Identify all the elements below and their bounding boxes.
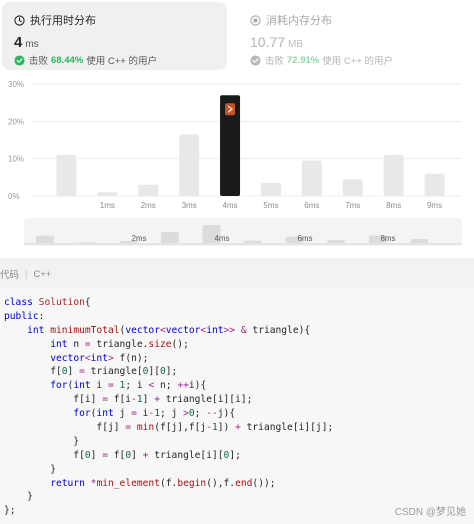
x-tick-label: 4ms — [222, 201, 237, 210]
x-tick-label: 3ms — [182, 201, 197, 210]
memory-number: 10.77 — [250, 34, 286, 50]
overview-bar — [36, 235, 54, 243]
code-line: int n = triangle.size(); — [50, 338, 189, 350]
x-tick-label: 5ms — [263, 201, 278, 210]
overview-tick-label: 8ms — [380, 234, 395, 243]
memory-beats: 击败 72.91% 使用 C++ 的用户 — [250, 53, 393, 67]
bar[interactable] — [56, 154, 77, 196]
memory-beats-percent: 72.91% — [287, 54, 320, 66]
code-line: class Solution{ — [4, 297, 91, 308]
runtime-beats-label: 击败 — [29, 56, 49, 67]
bar[interactable] — [383, 154, 404, 196]
code-language: C++ — [33, 268, 52, 280]
runtime-value: 4 ms — [14, 34, 39, 51]
memory-card[interactable]: 消耗内存分布 10.77 MB 击败 72.91% 使用 C++ 的用户 — [238, 2, 463, 70]
overview-bar — [160, 232, 179, 243]
code-language-row: 代码 | C++ — [0, 266, 51, 282]
code-line: } — [4, 491, 33, 503]
x-tick-label: 1ms — [100, 201, 115, 210]
x-tick-label: 7ms — [345, 201, 360, 210]
x-tick-label: 2ms — [141, 201, 156, 210]
code-line: return *min_element(f.begin(),f.end()); — [50, 477, 276, 489]
code-line: for(int i = 1; i < n; ++i){ — [50, 380, 207, 392]
runtime-beats: 击败 68.44% 使用 C++ 的用户 — [14, 53, 157, 67]
bar[interactable] — [342, 179, 363, 196]
memory-unit: MB — [288, 39, 304, 50]
code-line: }; — [4, 505, 16, 517]
submission-stats-panel: 执行用时分布 4 ms 击败 68.44% 使用 C++ 的用户 消耗内存分布 1… — [0, 0, 474, 258]
runtime-card-title: 执行用时分布 — [30, 15, 96, 27]
bar[interactable] — [138, 184, 159, 196]
code-line: f[j] = min(f[j],f[j-1]) + triangle[i][j]… — [4, 422, 334, 434]
memory-card-header: 消耗内存分布 — [250, 12, 332, 28]
y-tick-label: 30% — [8, 80, 24, 89]
runtime-card[interactable]: 执行用时分布 4 ms 击败 68.44% 使用 C++ 的用户 — [2, 2, 227, 70]
watermark: CSDN @梦见她 — [394, 507, 466, 518]
memory-value: 10.77 MB — [250, 34, 303, 50]
y-tick-label: 0% — [8, 192, 20, 201]
memory-chip-icon — [250, 14, 261, 26]
user-avatar-icon — [225, 103, 236, 116]
x-tick-label: 6ms — [304, 201, 319, 210]
overview-bar — [327, 240, 346, 243]
runtime-beats-percent: 68.44% — [51, 54, 84, 66]
overview-tick-label: 6ms — [297, 234, 312, 243]
code-line: vector<int> f(n); — [50, 352, 149, 364]
code-line: } — [4, 435, 80, 447]
runtime-distribution-svg: 30% 20% 10% 0% 1ms 2ms 3ms 4ms 5ms 6ms 7ms 8ms 9ms 2m… — [8, 80, 462, 246]
overview-bar — [77, 242, 96, 243]
runtime-unit: ms — [25, 39, 39, 50]
overview-baseline — [24, 243, 462, 245]
separator: | — [25, 268, 28, 280]
x-tick-label: 8ms — [386, 201, 401, 210]
runtime-beats-suffix: 使用 C++ 的用户 — [86, 56, 157, 67]
runtime-distribution-chart: 30% 20% 10% 0% 1ms 2ms 3ms 4ms 5ms 6ms 7ms 8ms 9ms 2m… — [0, 78, 474, 258]
overview-bar — [410, 239, 429, 243]
overview-tick-label: 4ms — [214, 234, 229, 243]
memory-beats-label: 击败 — [265, 56, 285, 67]
code-line: for(int j = i-1; j >0; --j){ — [73, 408, 236, 420]
check-circle-icon — [14, 54, 25, 66]
code-line: f[i] = f[i-1] + triangle[i][i]; — [4, 394, 253, 406]
bar[interactable] — [260, 182, 281, 196]
bar[interactable] — [424, 173, 445, 196]
runtime-number: 4 — [14, 34, 23, 51]
code-section-label: 代码 — [0, 270, 20, 281]
bar[interactable] — [301, 160, 322, 196]
code-line: int minimumTotal(vector<vector<int>> & t… — [27, 324, 311, 336]
bar[interactable] — [97, 192, 118, 196]
code-content: class Solution{ public: int minimumTotal(… — [4, 296, 333, 518]
check-circle-icon — [250, 54, 261, 66]
x-tick-label: 9ms — [427, 201, 442, 210]
y-tick-label: 10% — [8, 155, 24, 164]
code-block: class Solution{ public: int minimumTotal(… — [0, 288, 474, 524]
overview-strip[interactable] — [24, 218, 462, 246]
code-line: f[0] = triangle[0][0]; — [4, 366, 178, 378]
memory-card-title: 消耗内存分布 — [266, 15, 332, 27]
code-line: f[0] = f[0] + triangle[i][0]; — [4, 449, 241, 461]
bar[interactable] — [179, 134, 200, 196]
overview-tick-label: 2ms — [131, 234, 146, 243]
code-line: } — [4, 463, 56, 475]
y-tick-label: 20% — [8, 117, 24, 126]
code-line: public: — [4, 310, 45, 322]
memory-beats-suffix: 使用 C++ 的用户 — [322, 56, 393, 67]
runtime-card-header: 执行用时分布 — [14, 12, 96, 28]
clock-icon — [14, 14, 25, 26]
overview-bar — [244, 240, 262, 243]
